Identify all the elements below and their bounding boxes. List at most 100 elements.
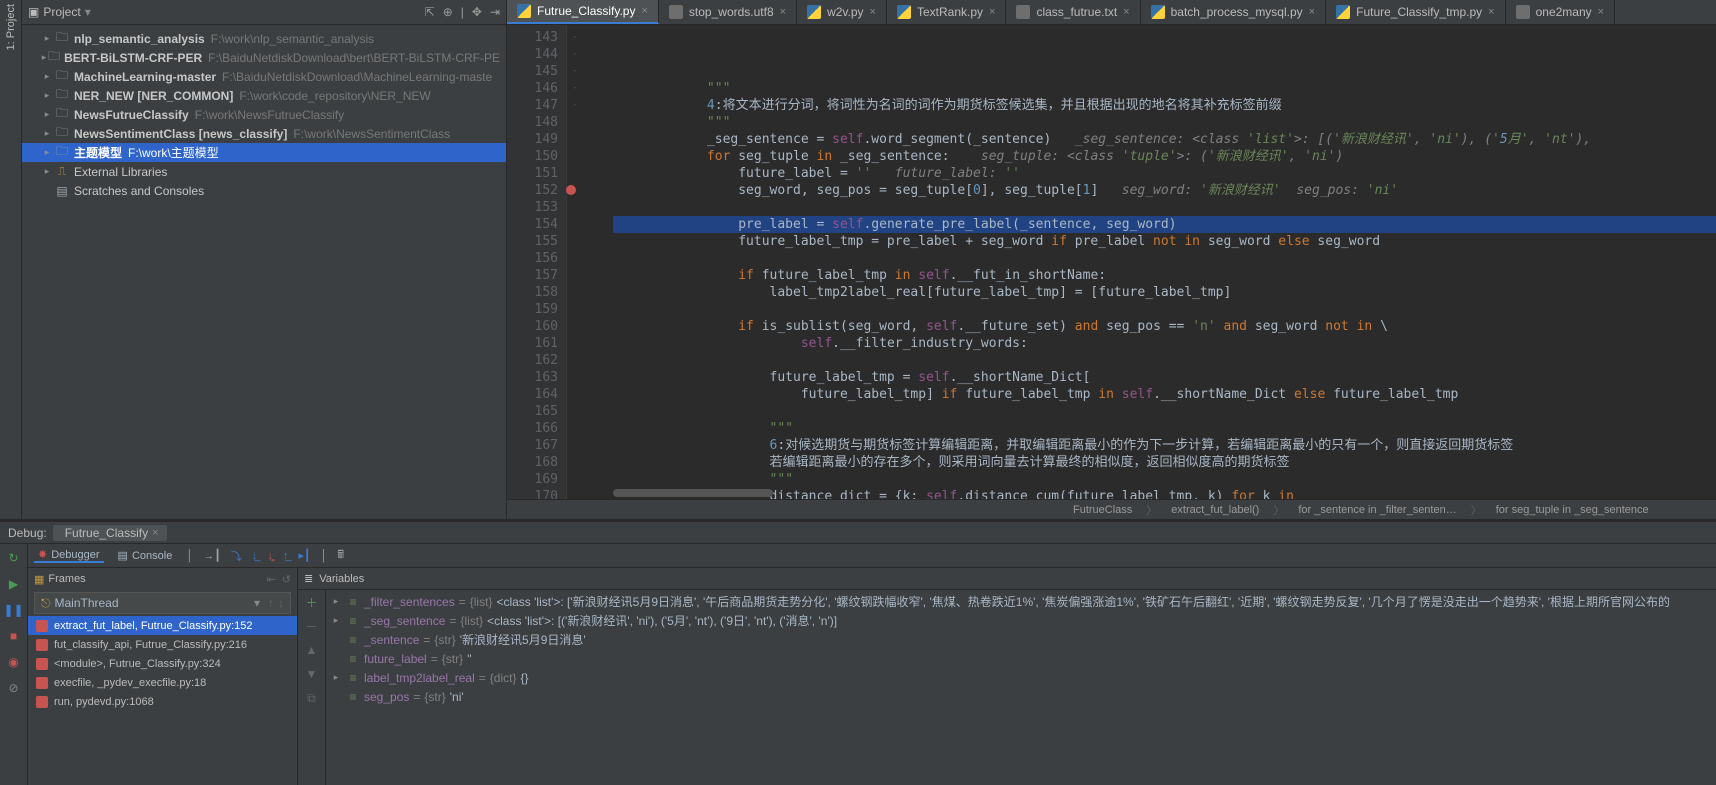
code-line[interactable]: if future_label_tmp in self.__fut_in_sho…	[613, 267, 1716, 284]
line-number[interactable]: 153	[507, 199, 558, 216]
line-number[interactable]: 143	[507, 29, 558, 46]
code-line[interactable]: label_tmp2label_real[future_label_tmp] =…	[613, 284, 1716, 301]
show-exec-point-icon[interactable]: →┃	[203, 549, 221, 562]
gear-icon[interactable]: ✥	[472, 5, 482, 19]
code-line[interactable]: self.__filter_industry_words:	[613, 335, 1716, 352]
frames-prev-icon[interactable]: ⇤	[267, 573, 276, 586]
code-line[interactable]	[613, 250, 1716, 267]
code-body[interactable]: """ 4:将文本进行分词，将词性为名词的词作为期货标签候选集，并且根据出现的地…	[583, 25, 1716, 499]
line-number[interactable]: 144	[507, 46, 558, 63]
stack-frame[interactable]: run, pydevd.py:1068	[28, 692, 297, 711]
line-number[interactable]: 165	[507, 403, 558, 420]
project-item[interactable]: ▸🗀NewsSentimentClass [news_classify]F:\w…	[22, 124, 506, 143]
project-item[interactable]: ▸🗀主题模型F:\work\主题模型	[22, 143, 506, 162]
variable-row[interactable]: ≡_sentence = {str} '新浪财经讯5月9日消息'	[326, 630, 1716, 649]
line-number[interactable]: 159	[507, 301, 558, 318]
editor-tab[interactable]: class_futrue.txt×	[1006, 0, 1140, 24]
code-line[interactable]: if is_sublist(seg_word, self.__future_se…	[613, 318, 1716, 335]
fold-toggle[interactable]: -	[567, 29, 583, 46]
breadcrumb-item[interactable]: extract_fut_label()	[1165, 504, 1265, 516]
run-to-cursor-icon[interactable]: ▸┃	[298, 549, 310, 562]
line-number[interactable]: 151	[507, 165, 558, 182]
evaluate-icon[interactable]: 🖩	[337, 546, 344, 565]
fold-toggle[interactable]: -	[567, 80, 583, 97]
project-tree[interactable]: ▸🗀nlp_semantic_analysisF:\work\nlp_seman…	[22, 25, 506, 519]
editor-tab[interactable]: Future_Classify_tmp.py×	[1326, 0, 1505, 24]
code-line[interactable]: future_label_tmp = pre_label + seg_word …	[613, 233, 1716, 250]
variable-row[interactable]: ▸≡_filter_sentences = {list} <class 'lis…	[326, 592, 1716, 611]
code-line[interactable]	[613, 352, 1716, 369]
code-line[interactable]: future_label_tmp] if future_label_tmp in…	[613, 386, 1716, 403]
stack-frame[interactable]: execfile, _pydev_execfile.py:18	[28, 673, 297, 692]
code-editor[interactable]: 1431441451461471481491501511521531541551…	[507, 25, 1716, 499]
code-line[interactable]	[613, 403, 1716, 420]
editor-tab[interactable]: batch_process_mysql.py×	[1141, 0, 1327, 24]
hide-icon[interactable]: ⇥	[490, 5, 500, 19]
close-icon[interactable]: ×	[1123, 6, 1129, 18]
debugger-tab[interactable]: ✸ Debugger	[34, 548, 104, 563]
remove-watch-icon[interactable]: －	[304, 618, 320, 634]
project-item[interactable]: ▸🗀NER_NEW [NER_COMMON]F:\work\code_repos…	[22, 86, 506, 105]
variable-row[interactable]: ≡seg_pos = {str} 'ni'	[326, 687, 1716, 706]
line-number[interactable]: 154	[507, 216, 558, 233]
frame-list[interactable]: extract_fut_label, Futrue_Classify.py:15…	[28, 616, 297, 785]
fold-toggle[interactable]: -	[567, 97, 583, 114]
line-number[interactable]: 168	[507, 454, 558, 471]
line-number[interactable]: 164	[507, 386, 558, 403]
tree-arrow-icon[interactable]: ▸	[40, 71, 54, 82]
watch-up-icon[interactable]: ▲	[304, 642, 320, 658]
thread-up-icon[interactable]: ↑	[268, 596, 274, 610]
stack-frame[interactable]: <module>, Futrue_Classify.py:324	[28, 654, 297, 673]
code-line[interactable]: seg_word, seg_pos = seg_tuple[0], seg_tu…	[613, 182, 1716, 199]
close-icon[interactable]: ×	[989, 6, 995, 18]
close-icon[interactable]: ×	[1309, 6, 1315, 18]
editor-tab[interactable]: w2v.py×	[797, 0, 887, 24]
close-icon[interactable]: ×	[1598, 6, 1604, 18]
code-line[interactable]: distance_dict = {k: self.distance_cum(fu…	[613, 488, 1716, 499]
project-item[interactable]: ▸🗀BERT-BiLSTM-CRF-PERF:\BaiduNetdiskDown…	[22, 48, 506, 67]
step-over-icon[interactable]: ⤵	[231, 548, 242, 564]
frames-restore-icon[interactable]: ↺	[282, 573, 291, 586]
code-line[interactable]: future_label_tmp = self.__shortName_Dict…	[613, 369, 1716, 386]
var-expand-icon[interactable]: ▸	[330, 615, 342, 626]
code-line[interactable]: 若编辑距离最小的存在多个，则采用词向量去计算最终的相似度，返回相似度高的期货标签	[613, 454, 1716, 471]
line-number[interactable]: 169	[507, 471, 558, 488]
thread-selector[interactable]: ⎋ MainThread ▾ ↑ ↓	[34, 592, 291, 614]
project-item[interactable]: ▸🗀NewsFutrueClassifyF:\work\NewsFutrueCl…	[22, 105, 506, 124]
line-number[interactable]: 152	[507, 182, 558, 199]
code-line[interactable]: 4:将文本进行分词，将词性为名词的词作为期货标签候选集，并且根据出现的地名将其补…	[613, 97, 1716, 114]
code-line[interactable]: """	[613, 80, 1716, 97]
project-item[interactable]: ▤Scratches and Consoles	[22, 181, 506, 200]
code-line[interactable]: """	[613, 114, 1716, 131]
step-out-icon[interactable]: ↑̲	[283, 550, 289, 562]
editor-tabs[interactable]: Futrue_Classify.py×stop_words.utf8×w2v.p…	[507, 0, 1716, 25]
console-tab[interactable]: ▤ Console	[114, 549, 177, 562]
line-number[interactable]: 167	[507, 437, 558, 454]
tree-arrow-icon[interactable]: ▸	[40, 109, 54, 120]
stack-frame[interactable]: extract_fut_label, Futrue_Classify.py:15…	[28, 616, 297, 635]
code-line[interactable]	[613, 301, 1716, 318]
stop-icon[interactable]: ■	[6, 628, 22, 644]
tree-arrow-icon[interactable]: ▸	[40, 128, 54, 139]
code-line[interactable]: """	[613, 471, 1716, 488]
dropdown-icon[interactable]: ▾	[85, 5, 91, 19]
line-number[interactable]: 156	[507, 250, 558, 267]
close-icon[interactable]: ×	[641, 5, 647, 17]
pause-icon[interactable]: ❚❚	[6, 602, 22, 618]
editor-tab[interactable]: Futrue_Classify.py×	[507, 0, 659, 24]
line-number[interactable]: 146	[507, 80, 558, 97]
code-line[interactable]	[613, 63, 1716, 80]
code-breadcrumb[interactable]: FutrueClass〉extract_fut_label()〉for _sen…	[507, 499, 1716, 519]
tree-arrow-icon[interactable]: ▸	[40, 147, 54, 158]
tree-arrow-icon[interactable]: ▸	[40, 33, 54, 44]
code-line[interactable]: pre_label = self.generate_pre_label(_sen…	[613, 216, 1716, 233]
fold-toggle[interactable]: -	[567, 63, 583, 80]
code-line[interactable]: """	[613, 420, 1716, 437]
code-line[interactable]	[613, 199, 1716, 216]
line-gutter[interactable]: 1431441451461471481491501511521531541551…	[507, 25, 567, 499]
close-icon[interactable]: ×	[152, 527, 158, 539]
project-item[interactable]: ▸🗀MachineLearning-masterF:\BaiduNetdiskD…	[22, 67, 506, 86]
variables-list[interactable]: ▸≡_filter_sentences = {list} <class 'lis…	[326, 590, 1716, 785]
resume-icon[interactable]: ▶	[6, 576, 22, 592]
variable-row[interactable]: ≡future_label = {str} ''	[326, 649, 1716, 668]
